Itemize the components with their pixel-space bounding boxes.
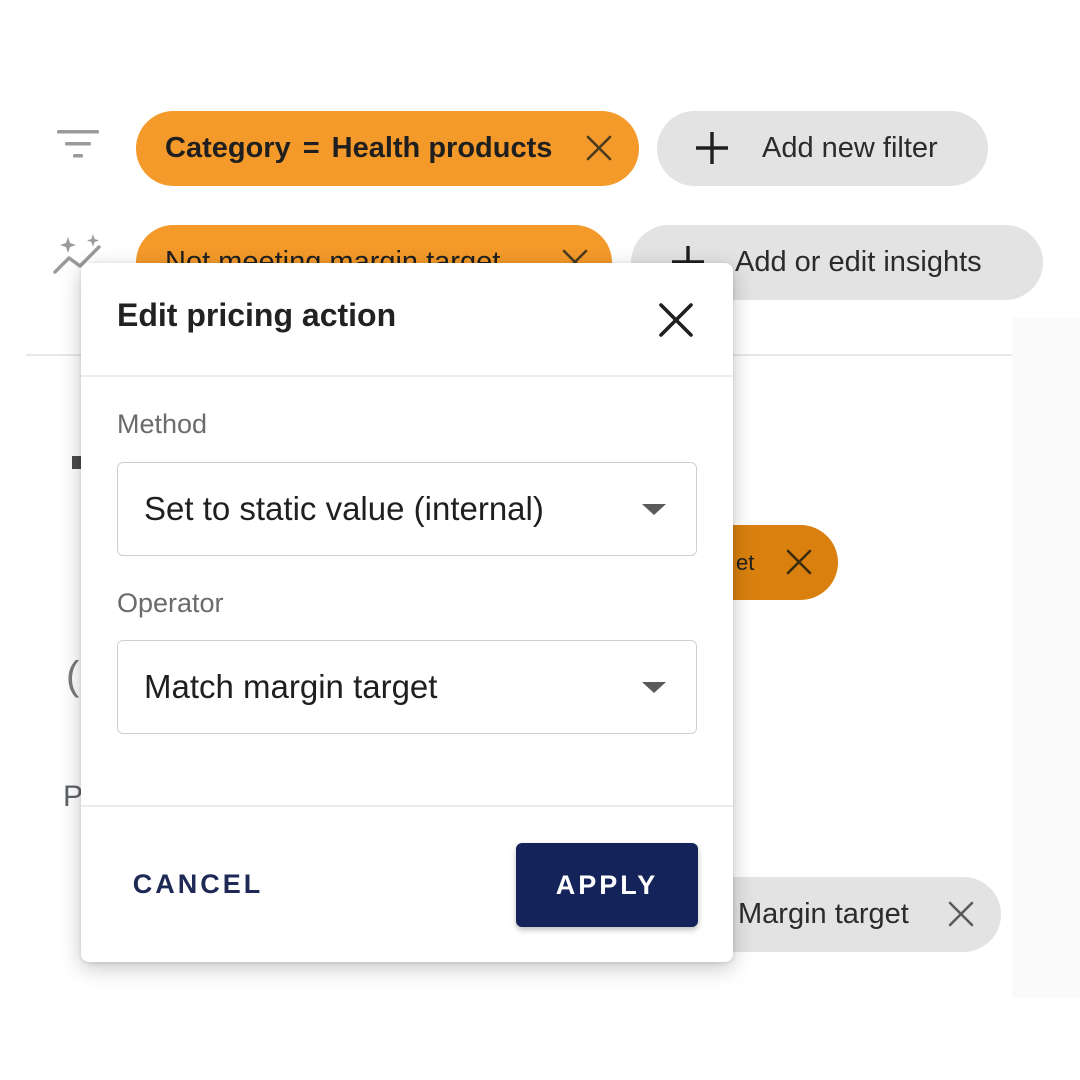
- plus-icon: [695, 131, 729, 165]
- dialog-header-divider: [81, 375, 733, 377]
- edit-pricing-dialog: Edit pricing action Method Set to static…: [81, 263, 733, 962]
- remove-margin-target-icon[interactable]: [946, 899, 976, 929]
- filter-icon: [54, 126, 102, 162]
- filter-chip-category[interactable]: Category = Health products: [136, 111, 639, 186]
- filter-chip-operator: =: [302, 132, 320, 164]
- margin-target-chip[interactable]: Margin target: [690, 877, 1001, 952]
- filter-chip-value: Health products: [331, 132, 553, 164]
- operator-select-value: Match margin target: [144, 668, 438, 705]
- apply-button[interactable]: APPLY: [516, 843, 698, 927]
- background-letter-c: (: [66, 654, 80, 698]
- remove-filter-icon[interactable]: [584, 133, 614, 163]
- background-letter-p: P: [63, 780, 84, 813]
- add-filter-label: Add new filter: [762, 132, 938, 164]
- margin-target-label: Margin target: [738, 898, 909, 930]
- add-insights-label: Add or edit insights: [735, 246, 982, 278]
- remove-chip-icon[interactable]: [784, 547, 814, 577]
- chevron-down-icon: [642, 504, 666, 515]
- close-icon[interactable]: [653, 297, 699, 343]
- background-side-panel: [1012, 318, 1080, 998]
- method-select[interactable]: Set to static value (internal): [117, 462, 697, 556]
- chevron-down-icon: [642, 682, 666, 693]
- operator-select[interactable]: Match margin target: [117, 640, 697, 734]
- background-chip-fragment: et: [736, 550, 755, 575]
- add-filter-button[interactable]: Add new filter: [657, 111, 988, 186]
- operator-label: Operator: [117, 588, 224, 618]
- dialog-footer-divider: [81, 805, 733, 807]
- method-select-value: Set to static value (internal): [144, 490, 544, 527]
- filter-chip-field: Category: [165, 132, 291, 164]
- background-marker: [72, 456, 81, 469]
- method-label: Method: [117, 409, 208, 439]
- dialog-title: Edit pricing action: [117, 297, 397, 333]
- cancel-button[interactable]: CANCEL: [117, 857, 279, 911]
